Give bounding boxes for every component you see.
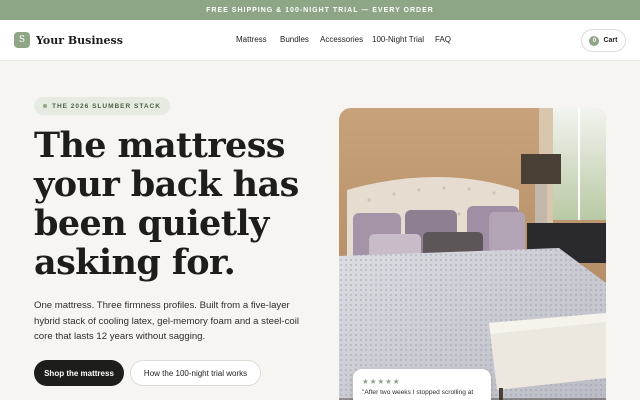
dot-icon: [43, 104, 47, 108]
nav-trial[interactable]: 100-Night Trial: [372, 35, 424, 44]
review-card: ★★★★★ "After two weeks I stopped scrolli…: [353, 369, 491, 400]
eyebrow-badge: THE 2026 SLUMBER STACK: [34, 97, 170, 115]
eyebrow-text: THE 2026 SLUMBER STACK: [52, 102, 161, 110]
brand-name: Your Business: [36, 33, 123, 47]
promo-banner: FREE SHIPPING & 100-NIGHT TRIAL — EVERY …: [0, 0, 640, 20]
cart-label: Cart: [603, 37, 618, 44]
nav-mattress[interactable]: Mattress: [236, 35, 267, 44]
review-quote: "After two weeks I stopped scrolling at: [362, 389, 474, 396]
hero-description: One mattress. Three firmness profiles. B…: [34, 300, 300, 342]
cart-count-badge: 0: [589, 35, 600, 46]
logo-mark-icon: S: [14, 32, 30, 48]
promo-text: FREE SHIPPING & 100-NIGHT TRIAL — EVERY …: [206, 6, 434, 14]
cart-button[interactable]: 0 Cart: [581, 29, 626, 52]
bedroom-photo: [339, 108, 606, 400]
logo[interactable]: S Your Business: [14, 32, 123, 48]
site-header: S Your Business Mattress Bundles Accesso…: [0, 20, 640, 61]
nav-faq[interactable]: FAQ: [435, 35, 451, 44]
trial-info-button[interactable]: How the 100-night trial works: [130, 360, 261, 386]
star-rating-icon: ★★★★★: [362, 377, 401, 386]
hero-headline: The mattress your back has been quietly …: [34, 125, 299, 283]
nav-accessories[interactable]: Accessories: [320, 35, 363, 44]
shop-mattress-button[interactable]: Shop the mattress: [34, 360, 124, 386]
nav-bundles[interactable]: Bundles: [280, 35, 309, 44]
